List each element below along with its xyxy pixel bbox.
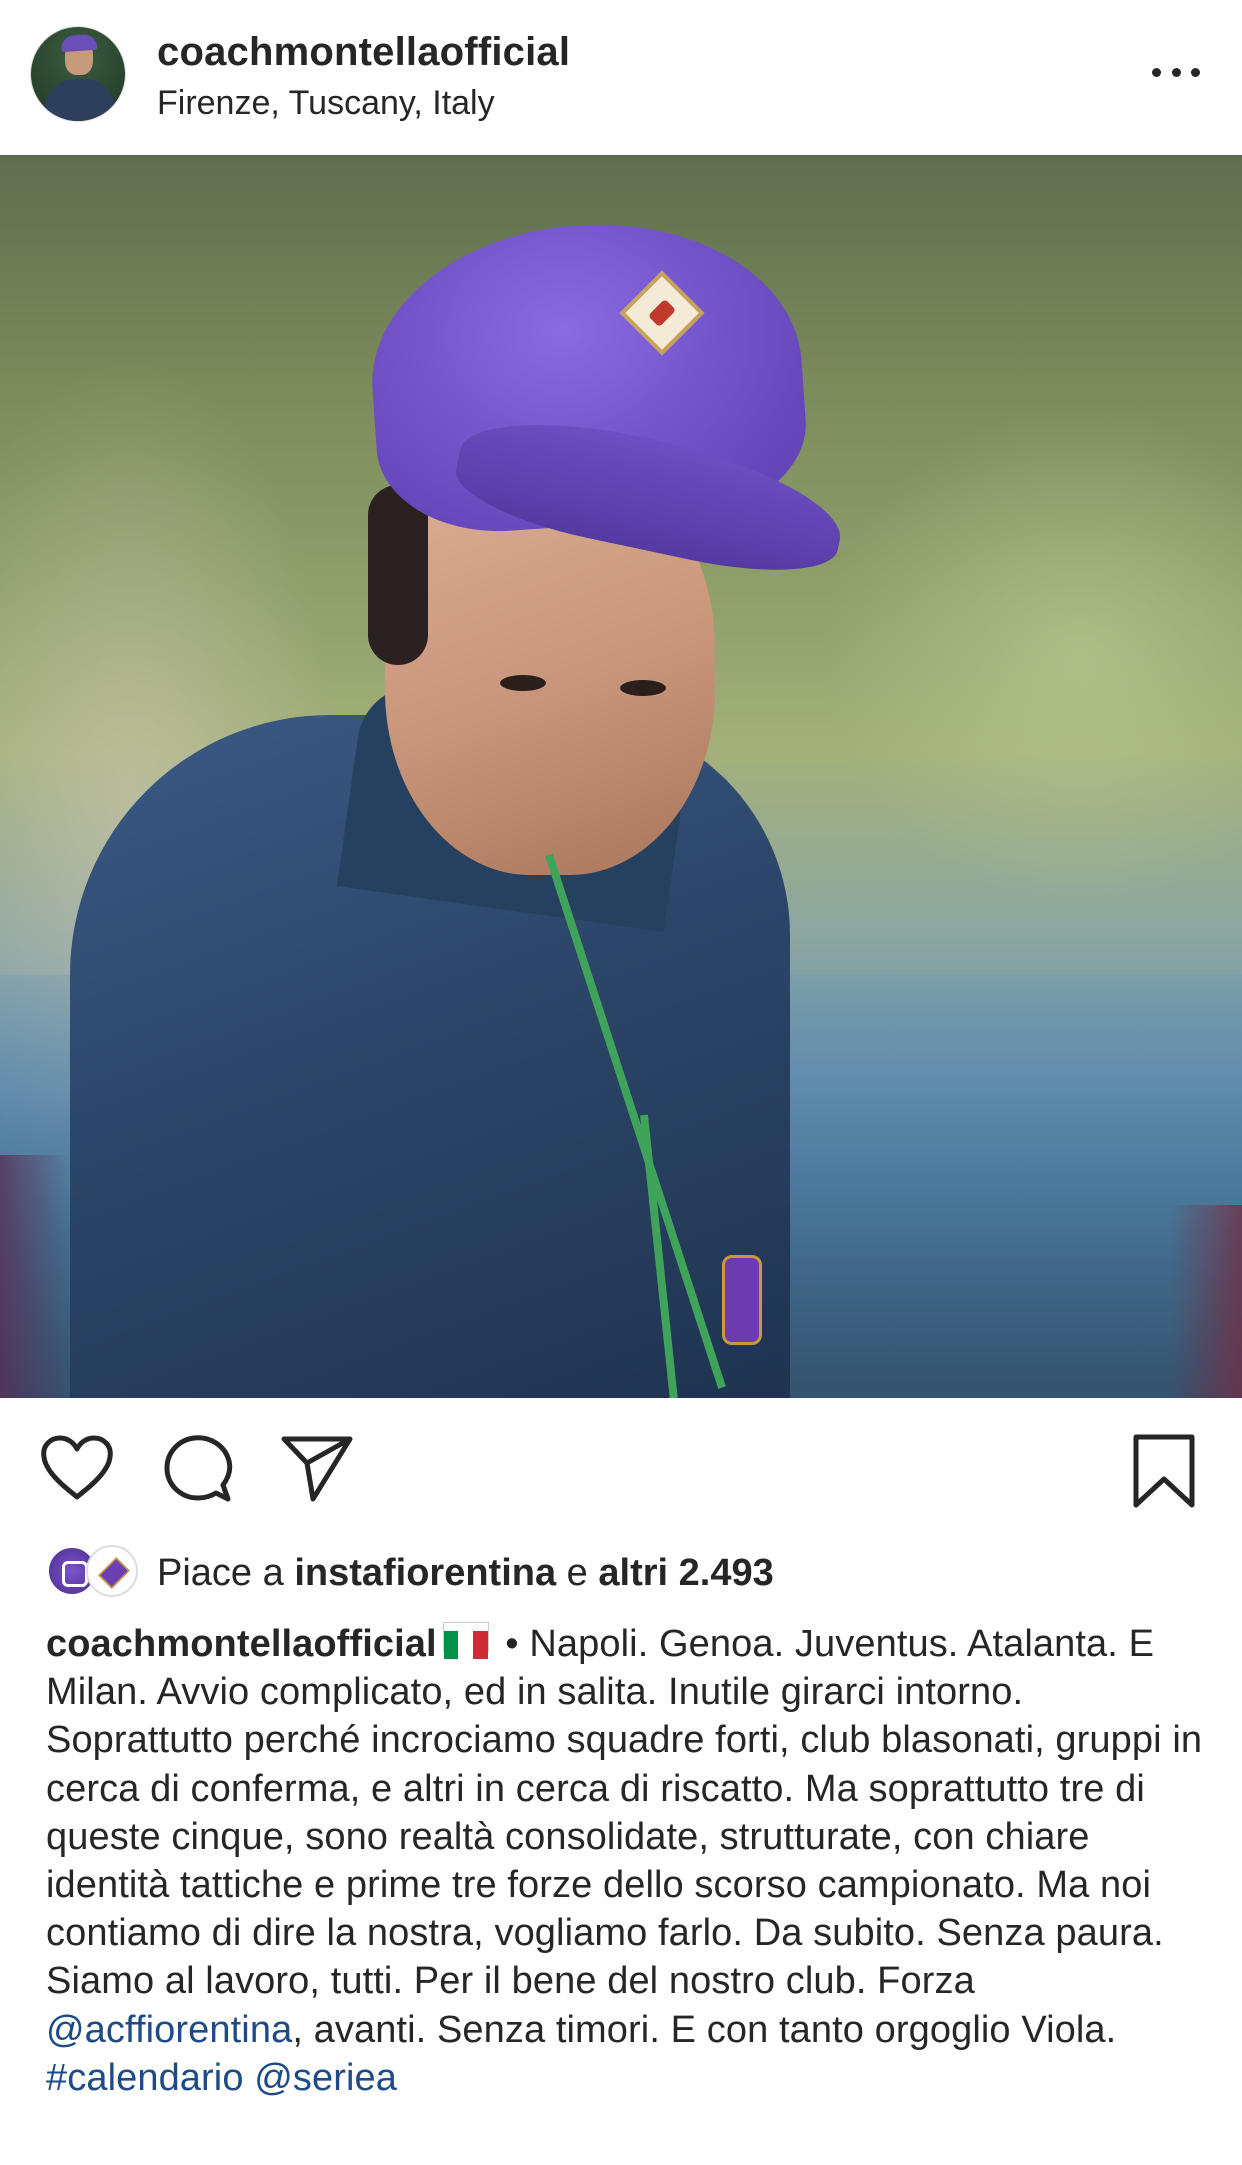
liker-avatar [86,1545,138,1597]
eye [500,675,546,691]
action-bar [0,1398,1242,1558]
avatar-body [45,79,115,121]
likes-summary[interactable]: Piace a instafiorentina e altri 2.493 [157,1552,774,1595]
likes-row[interactable]: Piace a instafiorentina e altri 2.493 [0,1540,1242,1606]
caption-line1: • Napoli. Genoa. Juventus. [494,1623,959,1665]
background-blur [820,405,1242,905]
likes-prefix: Piace a [157,1552,295,1594]
more-horizontal-icon[interactable] [1152,64,1200,80]
mention-acffiorentina[interactable]: @acffiorentina [46,2009,292,2051]
post-photo[interactable] [0,155,1242,1398]
mention-seriea[interactable]: @seriea [254,2057,397,2099]
post-location[interactable]: Firenze, Tuscany, Italy [157,84,495,123]
post-header: coachmontellaofficial Firenze, Tuscany, … [0,0,1242,155]
liker-username[interactable]: instafiorentina [294,1552,556,1594]
author-avatar[interactable] [30,26,126,122]
likes-middle: e [556,1552,599,1594]
hair [368,485,428,665]
bookmark-icon[interactable] [1132,1433,1196,1509]
author-username[interactable]: coachmontellaofficial [157,30,570,75]
dot [1191,67,1200,77]
dot [1171,67,1181,77]
dot [1152,67,1161,77]
heart-icon[interactable] [40,1435,114,1501]
caption-after-mention: , avanti. Senza timori. E con tanto orgo… [292,2008,1117,2051]
avatar-cap [60,33,98,53]
background-edge [1170,1205,1242,1398]
paper-plane-icon[interactable] [281,1433,353,1503]
comment-icon[interactable] [163,1433,233,1503]
post-caption: coachmontellaofficial • Napoli. Genoa. J… [46,1620,1216,2102]
jacket-badge-icon [722,1255,762,1345]
likes-count[interactable]: altri 2.493 [598,1552,773,1594]
background-edge [0,1155,70,1398]
eye [620,680,666,696]
caption-body: Atalanta. E Milan. Avvio complicato, ed … [46,1623,1203,2003]
hashtag-calendario[interactable]: #calendario [46,2057,244,2099]
italy-flag-icon [442,1622,489,1659]
caption-author[interactable]: coachmontellaofficial [46,1623,437,1665]
